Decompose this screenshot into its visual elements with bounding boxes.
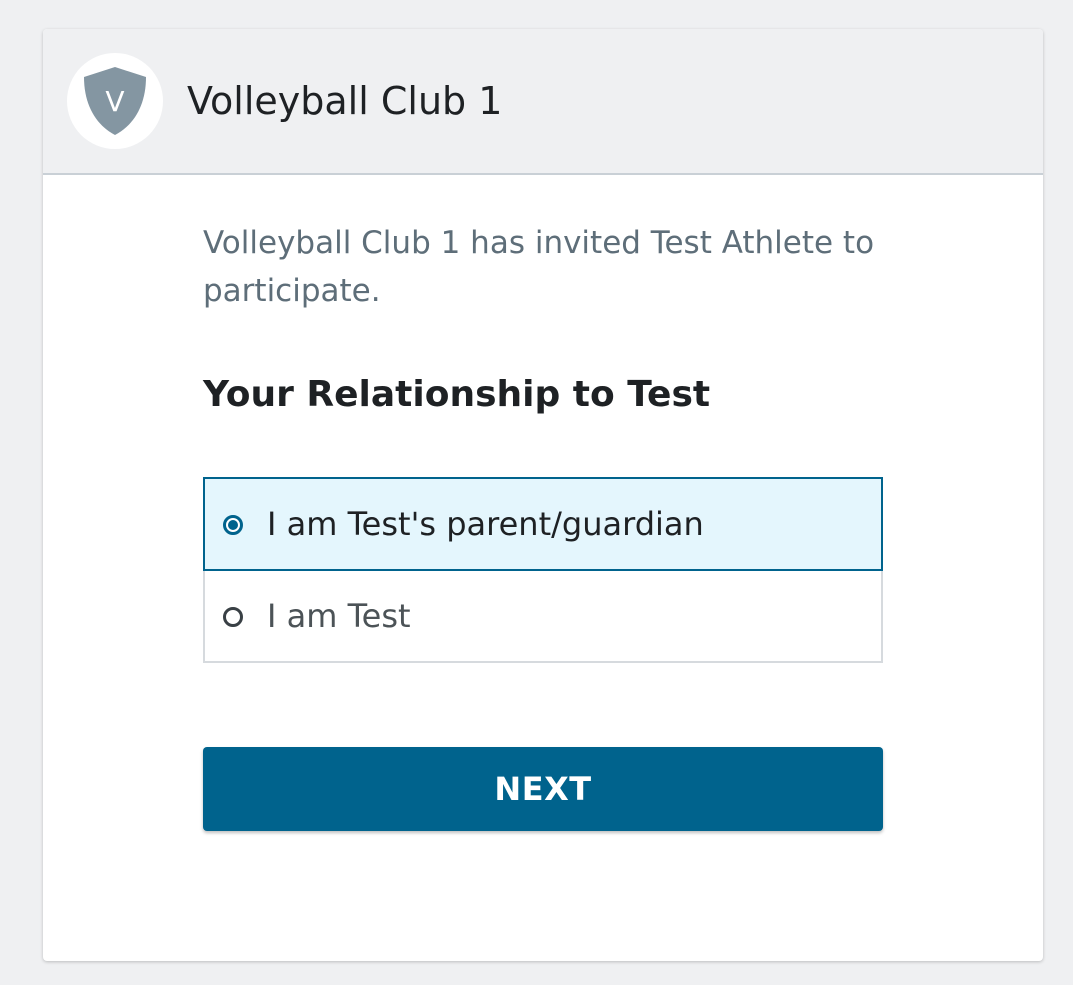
- shield-icon: V: [84, 67, 146, 135]
- logo-letter: V: [105, 85, 124, 118]
- invite-card: V Volleyball Club 1 Volleyball Club 1 ha…: [43, 29, 1043, 961]
- club-name: Volleyball Club 1: [187, 79, 503, 123]
- section-title: Your Relationship to Test: [203, 374, 711, 415]
- content: Volleyball Club 1 has invited Test Athle…: [203, 219, 883, 831]
- radio-unchecked-icon[interactable]: [223, 607, 243, 627]
- next-button[interactable]: NEXT: [203, 747, 883, 831]
- radio-checked-icon[interactable]: [223, 515, 243, 535]
- radio-option-label: I am Test: [267, 597, 411, 635]
- radio-option-label: I am Test's parent/guardian: [267, 505, 704, 543]
- club-logo: V: [67, 53, 163, 149]
- card-header: V Volleyball Club 1: [43, 29, 1043, 175]
- radio-option-parent-guardian[interactable]: I am Test's parent/guardian: [203, 477, 883, 571]
- page: V Volleyball Club 1 Volleyball Club 1 ha…: [0, 0, 1073, 985]
- relationship-radio-group: I am Test's parent/guardian I am Test: [203, 477, 883, 663]
- invite-message: Volleyball Club 1 has invited Test Athle…: [203, 225, 875, 309]
- radio-option-self[interactable]: I am Test: [203, 569, 883, 663]
